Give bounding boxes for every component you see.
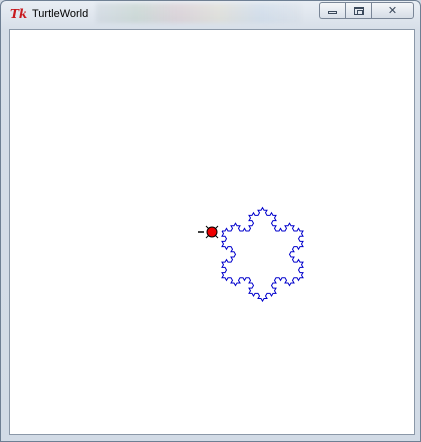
turtle-body (206, 226, 218, 238)
close-button[interactable]: ✕ (371, 2, 414, 19)
turtle-icon (198, 225, 219, 239)
turtleworld-window: Tk TurtleWorld ✕ (0, 0, 421, 442)
maximize-icon (353, 6, 364, 15)
minimize-icon (328, 11, 337, 14)
background-blur (96, 3, 301, 23)
window-title: TurtleWorld (32, 8, 89, 20)
turtle-canvas[interactable] (9, 29, 415, 435)
maximize-button[interactable] (345, 2, 371, 19)
title-bar[interactable]: Tk TurtleWorld ✕ (1, 1, 420, 29)
caption-buttons: ✕ (319, 2, 414, 20)
koch-snowflake (221, 206, 304, 303)
canvas-drawing (198, 206, 304, 303)
close-icon: ✕ (387, 5, 398, 17)
minimize-button[interactable] (319, 2, 345, 19)
tk-icon: Tk (10, 7, 28, 21)
